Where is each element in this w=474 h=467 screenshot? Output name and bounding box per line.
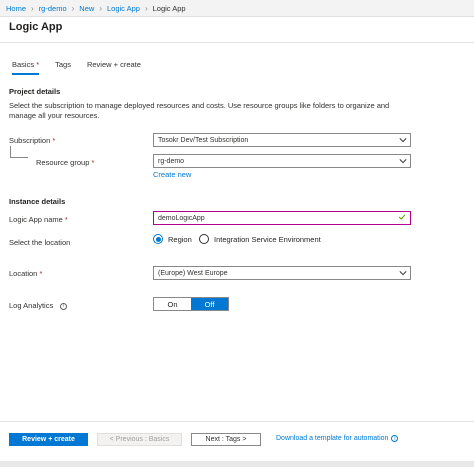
logic-app-name-label: Logic App name * [9,215,68,224]
radio-selected-icon [153,234,163,244]
tree-connector [10,157,28,158]
chevron-down-icon [396,136,410,144]
download-template-link[interactable]: Download a template for automation i [276,435,399,442]
breadcrumb-new[interactable]: New [79,4,94,13]
create-new-resource-group-link[interactable]: Create new [153,170,191,179]
radio-region[interactable]: Region [153,234,192,244]
radio-unselected-icon [199,234,209,244]
logic-app-name-field[interactable] [153,211,411,225]
chevron-down-icon [396,157,410,165]
location-value: (Europe) West Europe [158,269,228,277]
required-asterisk: * [52,136,56,145]
toggle-off-option[interactable]: Off [191,298,228,310]
breadcrumb-current: Logic App [152,3,186,13]
subscription-value: Tosokr Dev/Test Subscription [158,136,249,144]
download-template-text: Download a template for automation [276,435,389,442]
select-location-label: Select the location [9,238,71,247]
project-details-heading: Project details [9,87,61,96]
bottom-scroll-strip [0,461,474,467]
footer-divider [0,421,474,422]
instance-details-heading: Instance details [9,197,66,206]
project-details-description: Select the subscription to manage deploy… [9,101,390,120]
chevron-right-icon: › [31,3,34,13]
subscription-dropdown[interactable]: Tosokr Dev/Test Subscription [153,133,411,147]
tree-connector [10,146,11,157]
subscription-label-text: Subscription [9,136,51,145]
log-analytics-label: Log Analytics i [9,301,68,310]
breadcrumb-rg-demo[interactable]: rg-demo [39,4,67,13]
breadcrumb-home[interactable]: Home [6,4,26,13]
previous-button[interactable]: < Previous : Basics [97,433,182,446]
tab-tags[interactable]: Tags [55,60,71,75]
tab-basics[interactable]: Basics * [12,60,40,75]
log-analytics-toggle[interactable]: On Off [153,297,229,311]
review-create-button[interactable]: Review + create [9,433,88,446]
resource-group-value: rg-demo [158,157,185,165]
breadcrumb: Home › rg-demo › New › Logic App › Logic… [0,0,474,17]
toggle-on-option[interactable]: On [154,298,191,310]
location-label-text: Location [9,269,38,278]
chevron-down-icon [396,269,410,277]
chevron-right-icon: › [144,3,148,13]
location-dropdown[interactable]: (Europe) West Europe [153,266,411,280]
info-icon: i [391,435,399,442]
resource-group-label-text: Resource group [36,158,90,167]
tab-basics-label: Basics [12,60,35,69]
subscription-label: Subscription * [9,136,55,145]
required-asterisk: * [39,269,43,278]
radio-region-label: Region [168,234,192,244]
next-button[interactable]: Next : Tags > [191,433,261,446]
tab-review-create[interactable]: Review + create [87,60,141,75]
title-divider [0,42,474,43]
logic-app-name-label-text: Logic App name [9,215,63,224]
resource-group-dropdown[interactable]: rg-demo [153,154,411,168]
location-label: Location * [9,269,42,278]
checkmark-icon [398,213,410,223]
info-icon[interactable]: i [60,302,68,310]
required-asterisk: * [64,215,68,224]
breadcrumb-logic-app-marketplace[interactable]: Logic App [107,4,140,13]
log-analytics-label-text: Log Analytics [9,301,54,310]
required-asterisk: * [36,60,40,69]
chevron-right-icon: › [99,3,102,13]
page-title: Logic App [9,21,63,33]
required-asterisk: * [91,158,95,167]
radio-integration-service-environment[interactable]: Integration Service Environment [199,234,321,244]
chevron-right-icon: › [71,3,75,13]
tab-bar: Basics * Tags Review + create [12,60,157,75]
radio-ise-label: Integration Service Environment [214,234,321,244]
logic-app-name-input[interactable] [158,214,398,222]
resource-group-label: Resource group * [36,158,94,167]
